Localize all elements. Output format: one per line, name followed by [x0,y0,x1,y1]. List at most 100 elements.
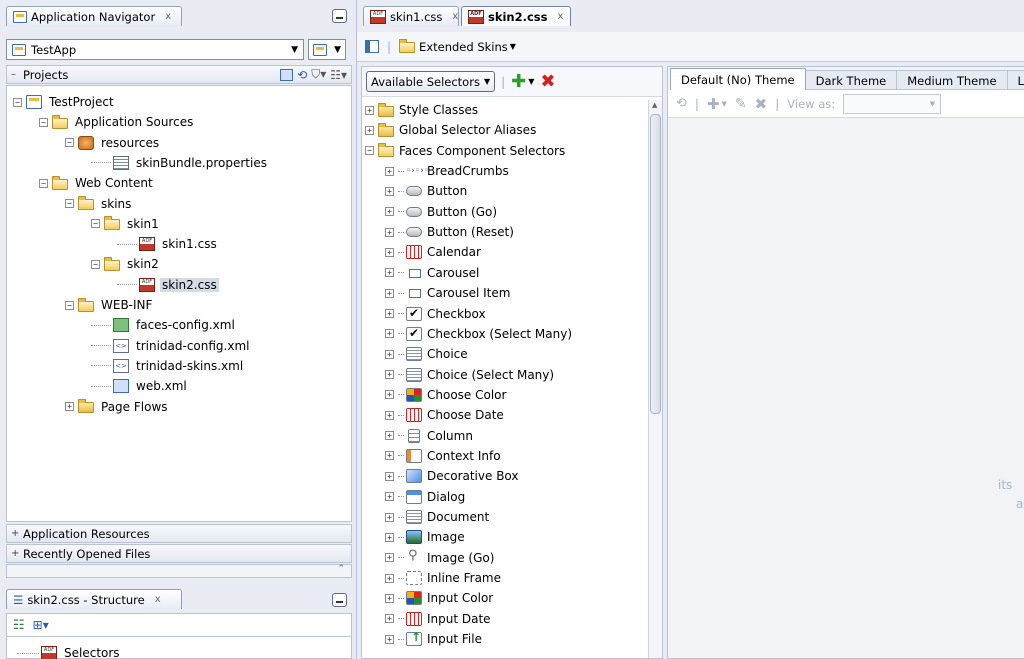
tab-structure[interactable]: ☰ skin2.css - Structure x [6,589,182,609]
tree-item[interactable]: − resources [65,133,161,153]
filter-icon[interactable]: ⛉▾ [311,67,326,82]
close-icon[interactable]: x [558,11,564,22]
close-icon[interactable]: x [155,594,161,605]
collapse-icon[interactable]: − [365,146,374,156]
selector-tree-item[interactable]: + Carousel Item [385,283,510,303]
selector-tree-item[interactable]: + Choose Date [385,405,504,425]
expand-icon[interactable]: + [385,207,394,217]
expand-icon[interactable]: + [385,451,394,461]
expand-icon[interactable]: + [385,166,394,176]
tree-item[interactable]: − WEB-INF [65,295,154,315]
collapse-icon[interactable]: − [13,97,22,107]
delete-icon[interactable]: ✖ [540,72,555,90]
tree-item[interactable]: − skins [65,194,133,214]
tab-application-navigator[interactable]: Application Navigator x [6,6,182,26]
chevron-down-icon[interactable]: ▼ [722,100,727,108]
collapse-icon[interactable]: − [91,259,100,269]
chevron-down-icon[interactable]: ▼ [510,42,516,51]
minimize-button[interactable] [332,593,347,607]
expand-icon[interactable]: + [385,614,394,624]
search-icon[interactable] [280,68,294,81]
selectors-scrollbar[interactable]: ▲ [648,100,662,658]
tab-skin1-css[interactable]: skin1.css x [363,6,459,26]
selector-tree-item[interactable]: + Input File [385,629,482,649]
selector-tree-item[interactable]: + Choice (Select Many) [385,365,554,385]
scroll-up-arrow-icon[interactable]: ▲ [652,101,657,109]
application-menu-button[interactable]: ▼ [308,39,346,60]
selector-tree-item[interactable]: + Button (Go) [385,202,497,222]
hierarchy-icon[interactable]: ☷ [13,618,25,633]
collapse-icon[interactable]: − [65,138,74,148]
sync-icon[interactable]: ⟲ [297,68,307,82]
tree-item[interactable]: + Page Flows [65,397,170,417]
expand-icon[interactable]: + [385,309,394,318]
selector-tree-item[interactable]: − Faces Component Selectors [365,141,565,161]
sync-icon[interactable]: ⟲ [676,96,687,111]
expand-icon[interactable]: + [385,268,394,278]
view-options-icon[interactable]: ☷▾ [330,68,347,82]
selector-tree-item[interactable]: + Style Classes [365,100,478,120]
structure-root-item[interactable]: Selectors [17,643,122,659]
tree-item[interactable]: − TestProject [13,92,116,112]
expand-icon[interactable]: + [385,329,394,339]
expand-icon[interactable]: + [385,471,394,481]
structure-view-icon[interactable]: ⊞▾ [33,618,49,632]
selector-tree-item[interactable]: + Input Color [385,588,493,608]
delete-icon[interactable]: ✖ [755,95,768,113]
expand-icon[interactable]: + [365,105,374,115]
selector-tree-item[interactable]: + Button (Reset) [385,222,514,242]
close-icon[interactable]: x [165,11,171,22]
tab-skin2-css[interactable]: skin2.css x [461,6,571,26]
recently-opened-files-header[interactable]: + Recently Opened Files [6,544,352,563]
selector-tree-item[interactable]: + Inline Frame [385,568,501,588]
splitter-handle[interactable]: ⌃ [6,564,352,578]
tree-item[interactable]: trinidad-config.xml [91,336,252,356]
collapse-icon[interactable]: − [65,199,74,208]
collapse-icon[interactable]: − [65,300,74,310]
selector-tree-item[interactable]: + Image [385,527,465,547]
tree-item[interactable]: skin2.css [117,275,219,295]
expand-icon[interactable]: + [385,634,394,644]
chevron-down-icon[interactable]: ▼ [528,77,534,86]
selector-tree-item[interactable]: + Checkbox [385,304,486,324]
expand-icon[interactable]: + [385,593,394,603]
collapse-icon[interactable]: – [11,69,19,80]
toggle-panel-icon[interactable] [365,40,379,53]
expand-icon[interactable]: + [385,227,394,237]
collapse-icon[interactable]: − [39,178,48,188]
tree-item[interactable]: faces-config.xml [91,315,237,335]
expand-icon[interactable]: + [365,125,374,135]
expand-icon[interactable]: + [385,532,394,542]
scrollbar-thumb[interactable] [650,114,661,414]
expand-icon[interactable]: + [385,247,394,257]
structure-tree[interactable]: Selectors [6,637,352,659]
available-selectors-dropdown[interactable]: Available Selectors ▼ [366,71,496,92]
application-resources-header[interactable]: + Application Resources [6,524,352,543]
tab-default-theme[interactable]: Default (No) Theme [670,68,806,90]
add-icon[interactable]: ✚ [511,72,526,90]
tree-item[interactable]: trinidad-skins.xml [91,356,245,376]
selector-tree-item[interactable]: + Column [385,426,473,446]
selector-tree-item[interactable]: + Context Info [385,446,501,466]
tree-item[interactable]: web.xml [91,376,189,396]
expand-icon[interactable]: + [385,288,394,298]
tree-item[interactable]: − skin2 [91,254,161,274]
selector-tree-item[interactable]: + Dialog [385,487,465,507]
expand-icon[interactable]: + [385,512,394,522]
expand-icon[interactable]: + [385,553,394,563]
collapse-icon[interactable]: − [39,117,48,127]
expand-icon[interactable]: + [385,390,394,400]
collapse-icon[interactable]: − [91,219,100,229]
tree-item[interactable]: − skin1 [91,214,161,234]
tab-dark-theme[interactable]: Dark Theme [805,70,898,90]
tab-light-theme[interactable]: L [1007,70,1024,90]
selector-tree-item[interactable]: + BreadCrumbs [385,161,509,181]
selector-tree-item[interactable]: + Choose Color [385,385,506,405]
expand-icon[interactable]: + [385,492,394,502]
close-icon[interactable]: x [452,11,458,22]
expand-icon[interactable]: + [385,573,394,583]
selector-tree-item[interactable]: + Choice [385,344,468,364]
selector-tree-item[interactable]: + Decorative Box [385,466,519,486]
edit-icon[interactable]: ✎ [735,96,747,112]
selector-tree-item[interactable]: + Checkbox (Select Many) [385,324,572,344]
